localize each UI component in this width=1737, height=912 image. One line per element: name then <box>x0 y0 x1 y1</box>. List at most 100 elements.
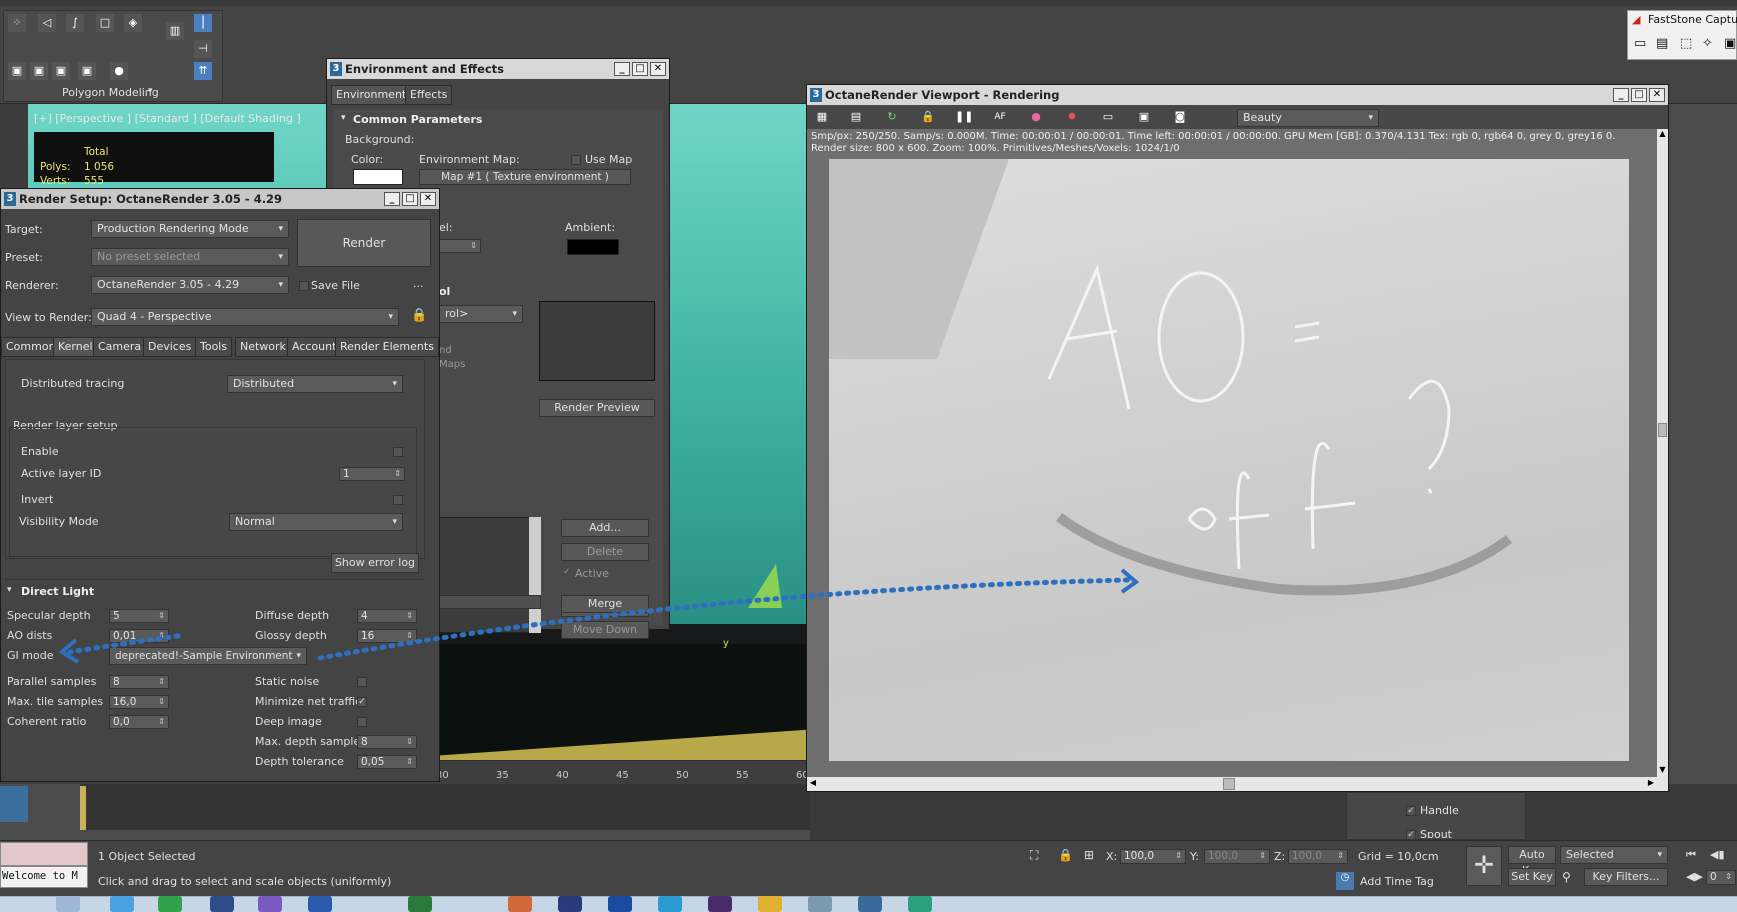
capture-freehand-icon[interactable]: ✧ <box>1702 36 1713 51</box>
tool-icon-1[interactable]: ▥ <box>166 22 184 40</box>
polygon-icon[interactable]: □ <box>96 14 114 32</box>
tab-tools[interactable]: Tools <box>195 337 233 357</box>
stop-render-icon[interactable]: ✸ <box>1063 108 1081 126</box>
timeline-track[interactable] <box>80 784 810 830</box>
camera-icon[interactable]: ◙ <box>1171 108 1189 126</box>
timeline-slider[interactable] <box>80 786 86 830</box>
restart-render-icon[interactable]: ↻ <box>883 108 901 126</box>
max-depth-samples-spinner[interactable]: 8 <box>357 735 417 749</box>
merge-button[interactable]: Merge <box>561 595 649 613</box>
depth-tolerance-spinner[interactable]: 0,05 <box>357 755 417 769</box>
taskbar-app-icon[interactable] <box>158 896 182 912</box>
atmosphere-list[interactable] <box>439 517 541 633</box>
isolate-icon[interactable]: ⛶ <box>1030 848 1038 863</box>
lock-icon[interactable]: 🔒 <box>1058 848 1073 862</box>
exposure-section-fragment[interactable]: ol <box>439 285 450 298</box>
minimize-icon[interactable]: _ <box>1613 88 1629 102</box>
use-map-checkbox[interactable] <box>571 155 581 165</box>
taskbar-app-icon[interactable] <box>708 896 732 912</box>
render-setup-titlebar[interactable]: 3 Render Setup: OctaneRender 3.05 - 4.29… <box>1 189 439 209</box>
y-field[interactable]: 100,0 <box>1204 849 1270 864</box>
common-parameters-header[interactable]: Common Parameters <box>353 113 482 126</box>
autofocus-icon[interactable]: AF <box>991 108 1009 126</box>
selected-dropdown[interactable]: Selected <box>1560 846 1668 864</box>
absolute-mode-icon[interactable]: ⊞ <box>1084 848 1094 862</box>
environment-titlebar[interactable]: 3 Environment and Effects _ □ ✕ <box>327 59 669 79</box>
maximize-icon[interactable]: □ <box>1631 88 1647 102</box>
viewport-label[interactable]: [+] [Perspective ] [Standard ] [Default … <box>34 112 301 125</box>
display-icon[interactable]: ▭ <box>1099 108 1117 126</box>
taskbar-app-icon[interactable] <box>56 896 80 912</box>
taskbar-app-icon[interactable] <box>608 896 632 912</box>
render-pass-dropdown[interactable]: Beauty <box>1237 109 1379 127</box>
preview-icon-3[interactable]: ▣ <box>52 62 70 80</box>
glossy-depth-spinner[interactable]: 16 <box>357 629 417 643</box>
close-icon[interactable]: ✕ <box>1649 88 1665 102</box>
taskbar-app-icon[interactable] <box>858 896 882 912</box>
target-dropdown[interactable]: Production Rendering Mode <box>91 220 289 238</box>
edge-icon[interactable]: ◁ <box>38 14 56 32</box>
octane-vscrollbar[interactable]: ▲ ▼ <box>1657 129 1668 777</box>
minimize-icon[interactable]: _ <box>614 62 630 76</box>
taskbar-app-icon[interactable] <box>558 896 582 912</box>
frame-field[interactable]: 0 <box>1706 870 1736 885</box>
set-key-button[interactable]: Set Key <box>1508 868 1556 886</box>
tab-effects[interactable]: Effects <box>405 85 453 105</box>
maximize-icon[interactable]: □ <box>632 62 648 76</box>
level-spinner[interactable] <box>439 239 481 253</box>
scroll-thumb[interactable] <box>1658 423 1667 437</box>
scroll-down-arrow-icon[interactable]: ▼ <box>1657 765 1668 777</box>
ao-dists-spinner[interactable]: 0,01 <box>109 629 169 643</box>
delete-button[interactable]: Delete <box>561 543 649 561</box>
active-layer-spinner[interactable]: 1 <box>339 467 405 481</box>
preview-icon-1[interactable]: ▣ <box>8 62 26 80</box>
render-region-icon[interactable]: ▦ <box>813 108 831 126</box>
minimize-net-traffic-checkbox[interactable]: ✓ <box>357 697 367 707</box>
direct-light-header[interactable]: Direct Light <box>21 585 94 598</box>
capture-object-icon[interactable]: ▤ <box>1656 36 1668 51</box>
lock-view-icon[interactable]: 🔒 <box>411 308 427 323</box>
maxscript-listener-pink[interactable] <box>0 842 88 866</box>
show-error-log-button[interactable]: Show error log <box>331 553 419 573</box>
key-mode-icon[interactable]: ⚲ <box>1562 870 1571 884</box>
max-tile-samples-spinner[interactable]: 16,0 <box>109 695 169 709</box>
visibility-mode-dropdown[interactable]: Normal <box>229 513 403 531</box>
tab-account[interactable]: Account <box>287 337 342 357</box>
preview-icon-4[interactable]: ▣ <box>78 62 96 80</box>
diffuse-depth-spinner[interactable]: 4 <box>357 609 417 623</box>
scroll-right-arrow-icon[interactable]: ▶ <box>1645 778 1657 790</box>
deep-image-checkbox[interactable] <box>357 717 367 727</box>
capture-full-icon[interactable]: ▣ <box>1724 36 1736 51</box>
view-to-render-dropdown[interactable]: Quad 4 - Perspective <box>91 308 399 326</box>
preview-icon-5[interactable]: ● <box>110 62 128 80</box>
octane-viewport-window[interactable]: 3 OctaneRender Viewport - Rendering _ □ ✕ … <box>806 84 1669 792</box>
taskbar-app-icon[interactable] <box>808 896 832 912</box>
time-tag-icon[interactable]: ◷ <box>1336 872 1354 890</box>
modify-mode-icon[interactable]: ⎮ <box>194 14 212 32</box>
taskbar-app-icon[interactable] <box>258 896 282 912</box>
scroll-up-arrow-icon[interactable]: ▲ <box>1657 129 1668 141</box>
show-end-result-icon[interactable]: ⇈ <box>194 62 212 80</box>
lock-icon[interactable]: 🔒 <box>919 108 937 126</box>
x-field[interactable]: 100,0 <box>1120 849 1186 864</box>
specular-depth-spinner[interactable]: 5 <box>109 609 169 623</box>
preview-icon-2[interactable]: ▣ <box>30 62 48 80</box>
exposure-dropdown[interactable]: rol> <box>439 305 523 323</box>
gi-mode-dropdown[interactable]: deprecated!-Sample Environment <box>109 647 307 665</box>
octane-titlebar[interactable]: 3 OctaneRender Viewport - Rendering _ □ ✕ <box>807 85 1668 105</box>
spout-checkbox[interactable]: ✓ <box>1406 830 1416 840</box>
go-start-icon[interactable]: ⏮ <box>1686 848 1696 862</box>
auto-key-button[interactable]: Auto Key <box>1508 846 1556 877</box>
tab-common[interactable]: Common <box>1 337 61 357</box>
tab-environment[interactable]: Environment <box>331 85 412 105</box>
environment-map-button[interactable]: Map #1 ( Texture environment ) <box>419 169 631 185</box>
key-mode-toggle-icon[interactable]: ◀▶ <box>1686 870 1703 883</box>
enable-checkbox[interactable] <box>393 447 403 457</box>
color-picker-icon[interactable]: ● <box>1027 108 1045 126</box>
add-button[interactable]: Add... <box>561 519 649 537</box>
octane-hscrollbar[interactable]: ◀ ▶ <box>807 777 1668 791</box>
taskbar-app-icon[interactable] <box>758 896 782 912</box>
tab-network[interactable]: Network <box>235 337 291 357</box>
copy-icon[interactable]: ▤ <box>847 108 865 126</box>
static-noise-checkbox[interactable] <box>357 677 367 687</box>
